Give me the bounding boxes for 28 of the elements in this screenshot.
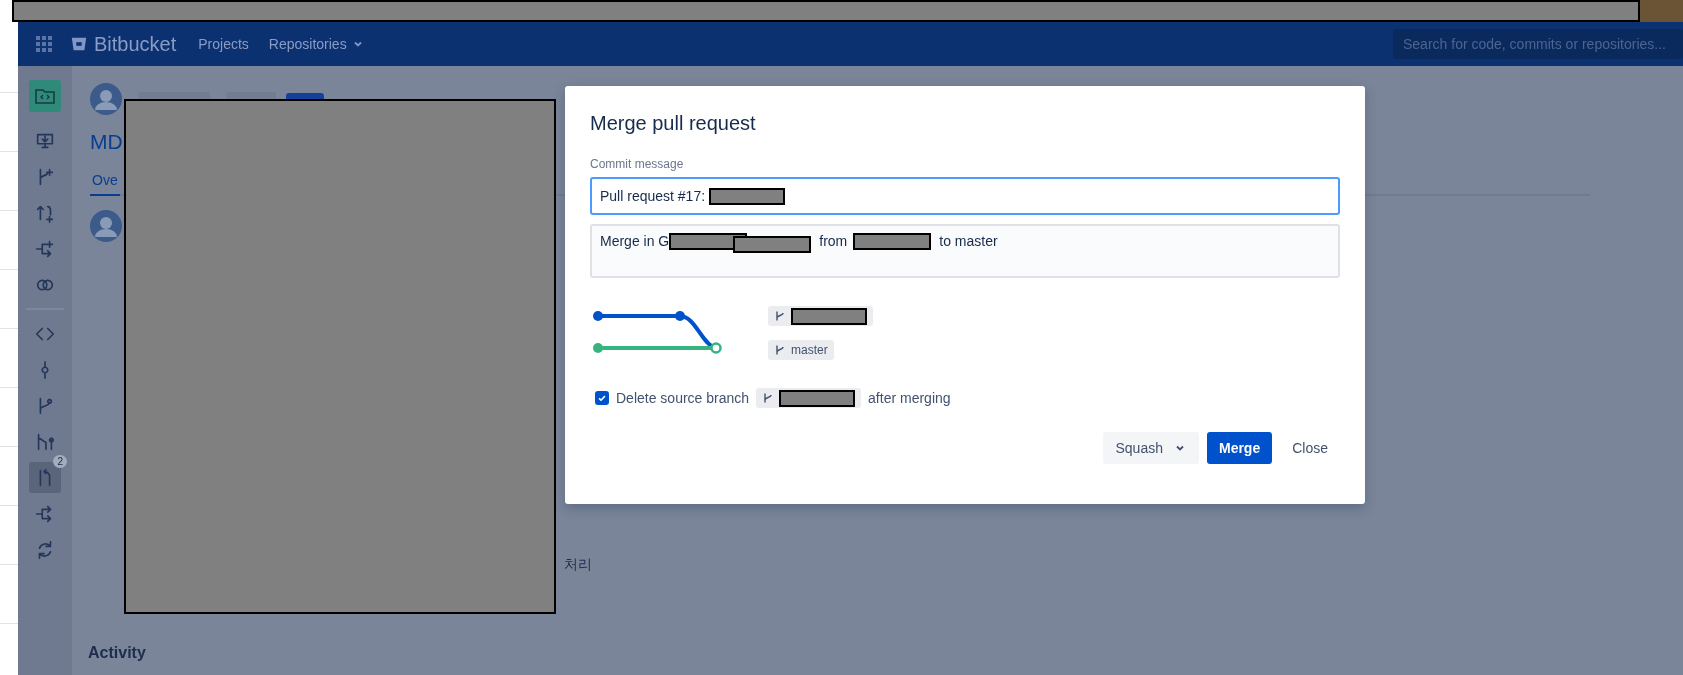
nav-link[interactable]: Repositories bbox=[268, 36, 363, 52]
activity-heading: Activity bbox=[88, 644, 146, 662]
close-button[interactable]: Close bbox=[1280, 432, 1340, 464]
search-field[interactable]: Search for code, commits or repositories... bbox=[1393, 29, 1683, 59]
avatar-icon bbox=[90, 83, 122, 115]
nav-link[interactable]: Projects bbox=[198, 36, 249, 52]
avatar-icon bbox=[90, 210, 122, 242]
branch-icon bbox=[774, 310, 786, 322]
target-branch-tag: master bbox=[768, 340, 834, 360]
count-badge: 2 bbox=[53, 455, 67, 468]
description-text: 처리 bbox=[564, 556, 592, 574]
branch-icon bbox=[774, 344, 786, 356]
pull-request-title: MD bbox=[90, 130, 124, 155]
checkbox[interactable] bbox=[595, 391, 609, 405]
merge-strategy-dropdown[interactable]: Squash bbox=[1103, 432, 1199, 464]
dialog-title: Merge pull request bbox=[590, 112, 757, 135]
checkbox-label: Delete source branch bbox=[616, 390, 750, 406]
field-label: Commit message bbox=[590, 157, 685, 171]
repository-icon[interactable] bbox=[29, 80, 61, 112]
chevron-down-icon bbox=[1174, 443, 1185, 453]
branch-icon bbox=[762, 392, 775, 404]
app-name[interactable]: Bitbucket bbox=[94, 32, 177, 56]
commit-message-field[interactable]: Pull request #17: bbox=[590, 177, 1340, 215]
bucket-logo-icon bbox=[70, 35, 88, 53]
merge-button[interactable]: Merge bbox=[1206, 432, 1273, 464]
checkbox-label: after merging bbox=[868, 390, 951, 406]
commit-description-field[interactable]: Merge in G from to master bbox=[590, 224, 1340, 278]
app-switcher-icon[interactable] bbox=[36, 36, 52, 52]
